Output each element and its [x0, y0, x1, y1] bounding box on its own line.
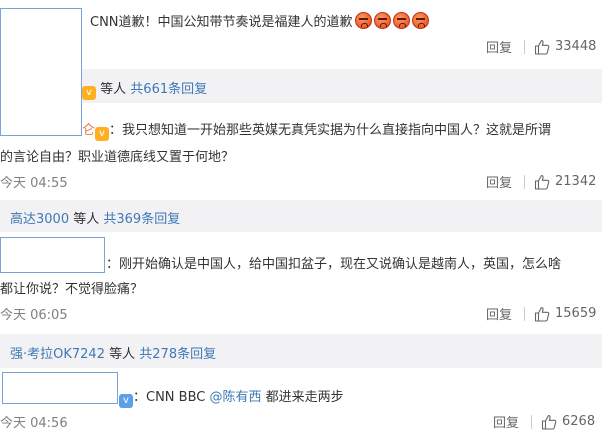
reply-button[interactable]: 回复 [486, 304, 512, 323]
like-count: 33448 [555, 39, 597, 54]
reply-text-line2: 都让你说？不觉得脸痛？ [0, 282, 144, 297]
thread-count-link[interactable]: 共278条回复 [139, 347, 216, 362]
reply-button[interactable]: 回复 [486, 172, 512, 191]
angry-face-icon [411, 12, 429, 29]
like-count: 15659 [555, 306, 597, 321]
reply-time: 今天 04:55 [0, 176, 68, 191]
reply-button[interactable]: 回复 [493, 412, 519, 431]
redacted-avatar [0, 8, 82, 136]
reply-button[interactable]: 回复 [486, 37, 512, 56]
reply-text: ：刚开始确认是中国人，给中国扣盆子，现在又说确认是越南人，英国，怎么啥 [106, 257, 562, 272]
like-count: 21342 [555, 174, 597, 189]
angry-face-icon [373, 12, 391, 29]
divider [524, 39, 526, 54]
divider [524, 174, 526, 189]
reply-time: 今天 06:05 [0, 308, 68, 323]
vip-badge-icon: v [82, 86, 96, 100]
reply-time: 今天 04:56 [0, 416, 68, 431]
username-link[interactable]: 仑 [82, 123, 95, 138]
thread-count-link[interactable]: 共369条回复 [103, 212, 180, 227]
angry-face-icon [392, 12, 410, 29]
reply-actions: 回复 6268 [493, 412, 595, 431]
reply-text: CNN道歉！中国公知带节奏说是福建人的道歉 [90, 11, 429, 30]
thread-user-link[interactable]: 强·考拉OK7242 [10, 347, 105, 362]
angry-face-icon [354, 12, 372, 29]
redacted-username [0, 237, 105, 273]
thumbs-up-icon[interactable] [534, 306, 550, 322]
reply-text: 仑 v ：我只想知道一开始那些英媒无真凭实据为什么直接指向中国人？这就是所谓 [82, 123, 552, 141]
thumbs-up-icon[interactable] [534, 174, 550, 190]
vip-badge-icon: v [119, 394, 133, 408]
thumbs-up-icon[interactable] [541, 414, 557, 430]
thread-summary-text: 高达3000 等人 共369条回复 [10, 212, 181, 227]
thread-summary-text: v 等人 共661条回复 [82, 78, 207, 100]
redacted-username [2, 372, 118, 404]
thread-summary-text: 强·考拉OK7242 等人 共278条回复 [10, 347, 217, 362]
like-count: 6268 [562, 414, 596, 429]
reply-actions: 回复 21342 [486, 172, 596, 191]
thumbs-up-icon[interactable] [534, 39, 550, 55]
vip-badge-icon: v [95, 127, 110, 141]
reply-actions: 回复 33448 [486, 37, 596, 56]
thread-user-link[interactable]: 高达3000 [10, 212, 69, 227]
reply-text: v ：CNN BBC @陈有西 都进来走两步 [119, 386, 344, 408]
divider [531, 414, 533, 429]
reply-text-line2: 的言论自由？职业道德底线又置于何地？ [0, 150, 235, 165]
reply-actions: 回复 15659 [486, 304, 596, 323]
thread-count-link[interactable]: 共661条回复 [130, 82, 207, 97]
divider [524, 306, 526, 321]
mention-link[interactable]: @陈有西 [209, 390, 261, 405]
